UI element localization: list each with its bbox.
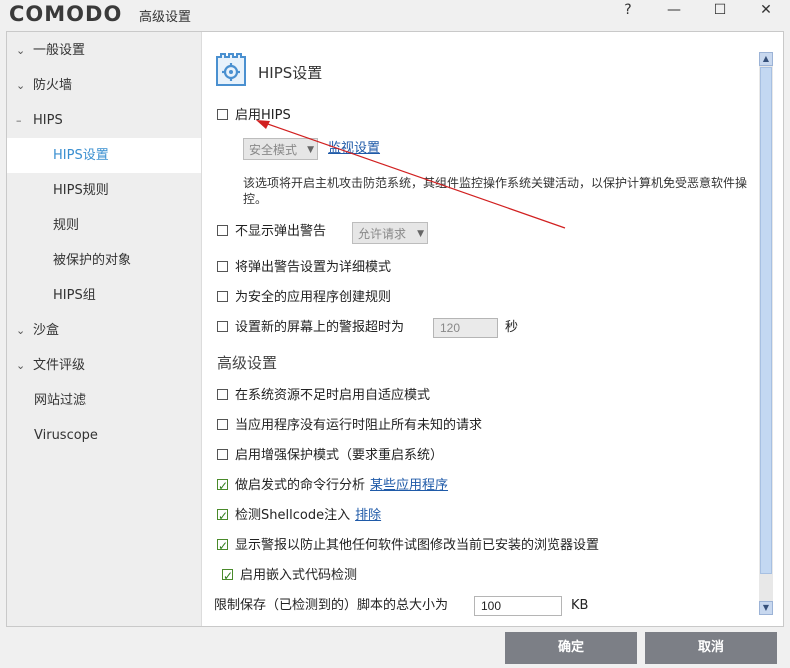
- no-popup-label[interactable]: 不显示弹出警告: [235, 224, 326, 239]
- sidebar-item-general[interactable]: ⌄ 一般设置: [7, 33, 201, 68]
- maximize-icon[interactable]: ☐: [702, 0, 738, 22]
- no-popup-row: 不显示弹出警告: [217, 222, 326, 242]
- sidebar: ⌄ 一般设置 ⌄ 防火墙 – HIPS HIPS设置 HIPS规则 规则 被保护…: [7, 32, 201, 626]
- hips-settings-panel: HIPS设置 启用HIPS 安全模式 ▼ 监视设置 该选项将开启主机攻击防范系统…: [202, 32, 754, 626]
- sidebar-item-web-filter[interactable]: 网站过滤: [7, 383, 201, 418]
- scroll-up-icon[interactable]: ▲: [759, 52, 773, 66]
- comodo-logo: COMODO: [9, 2, 123, 26]
- script-limit-input[interactable]: [474, 596, 562, 616]
- block-unknown-label[interactable]: 当应用程序没有运行时阻止所有未知的请求: [235, 418, 482, 433]
- cancel-button[interactable]: 取消: [645, 632, 777, 664]
- timeout-label[interactable]: 设置新的屏幕上的警报超时为: [235, 320, 404, 335]
- sidebar-item-firewall[interactable]: ⌄ 防火墙: [7, 68, 201, 103]
- script-limit-label: 限制保存（已检测到的）脚本的总大小为: [214, 598, 449, 613]
- adaptive-checkbox[interactable]: [217, 389, 228, 400]
- block-unknown-row: 当应用程序没有运行时阻止所有未知的请求: [217, 416, 482, 436]
- verbose-popup-checkbox[interactable]: [217, 261, 228, 272]
- timeout-unit: 秒: [505, 320, 519, 335]
- embedded-checkbox[interactable]: [222, 566, 233, 586]
- cmdline-row: 做启发式的命令行分析某些应用程序: [217, 476, 448, 496]
- adaptive-label[interactable]: 在系统资源不足时启用自适应模式: [235, 388, 430, 403]
- window-title: 高级设置: [139, 10, 192, 25]
- popup-default-value: 允许请求: [358, 227, 407, 241]
- sidebar-item-viruscope[interactable]: Viruscope: [7, 418, 201, 453]
- shellcode-row: 检测Shellcode注入排除: [217, 506, 381, 526]
- timeout-row: 设置新的屏幕上的警报超时为: [217, 318, 404, 338]
- monitor-settings-row: 监视设置: [323, 139, 380, 159]
- safe-rules-checkbox[interactable]: [217, 291, 228, 302]
- cmdline-label[interactable]: 做启发式的命令行分析: [235, 478, 365, 493]
- shellcode-checkbox[interactable]: [217, 506, 228, 526]
- minimize-icon[interactable]: —: [656, 0, 692, 22]
- title-bar: COMODO 高级设置 ? — ☐ ✕: [0, 0, 790, 30]
- sidebar-item-rules[interactable]: 规则: [7, 208, 201, 243]
- chevron-down-icon: ▼: [307, 145, 314, 155]
- sidebar-item-hips-groups[interactable]: HIPS组: [7, 278, 201, 313]
- close-icon[interactable]: ✕: [748, 0, 784, 22]
- enhanced-label[interactable]: 启用增强保护模式（要求重启系统）: [235, 448, 443, 463]
- advanced-settings-title: 高级设置: [217, 354, 278, 372]
- chevron-down-icon: ⌄: [16, 44, 26, 57]
- enhanced-row: 启用增强保护模式（要求重启系统）: [217, 446, 443, 466]
- shellcode-label[interactable]: 检测Shellcode注入: [235, 508, 350, 523]
- no-popup-checkbox[interactable]: [217, 225, 228, 236]
- mode-select[interactable]: 安全模式 ▼: [243, 138, 318, 160]
- vertical-scrollbar[interactable]: ▲ ▼: [759, 52, 773, 615]
- some-apps-link[interactable]: 某些应用程序: [370, 478, 448, 493]
- safe-rules-label[interactable]: 为安全的应用程序创建规则: [235, 290, 391, 305]
- enable-hips-checkbox[interactable]: [217, 109, 228, 120]
- timeout-input[interactable]: [433, 318, 498, 338]
- scrollbar-thumb[interactable]: [760, 67, 772, 574]
- mode-select-value: 安全模式: [249, 143, 298, 157]
- sidebar-item-hips[interactable]: – HIPS: [7, 103, 201, 138]
- enhanced-checkbox[interactable]: [217, 449, 228, 460]
- browser-label[interactable]: 显示警报以防止其他任何软件试图修改当前已安装的浏览器设置: [235, 538, 599, 553]
- verbose-popup-label[interactable]: 将弹出警告设置为详细模式: [235, 260, 391, 275]
- safe-rules-row: 为安全的应用程序创建规则: [217, 288, 391, 308]
- chevron-down-icon: ⌄: [16, 79, 26, 92]
- exclusions-link[interactable]: 排除: [355, 508, 381, 523]
- sidebar-item-hips-settings[interactable]: HIPS设置: [7, 138, 201, 173]
- adaptive-row: 在系统资源不足时启用自适应模式: [217, 386, 430, 406]
- page-title: HIPS设置: [258, 64, 323, 82]
- embedded-row: 启用嵌入式代码检测: [222, 566, 357, 586]
- script-limit-unit: KB: [571, 598, 589, 613]
- chevron-down-icon: ⌄: [16, 359, 26, 372]
- embedded-label[interactable]: 启用嵌入式代码检测: [240, 568, 357, 583]
- help-icon[interactable]: ?: [610, 0, 646, 22]
- timeout-checkbox[interactable]: [217, 321, 228, 332]
- sidebar-item-sandbox[interactable]: ⌄ 沙盒: [7, 313, 201, 348]
- sidebar-item-file-rating[interactable]: ⌄ 文件评级: [7, 348, 201, 383]
- browser-checkbox[interactable]: [217, 536, 228, 556]
- browser-row: 显示警报以防止其他任何软件试图修改当前已安装的浏览器设置: [217, 536, 599, 556]
- sidebar-item-protected-objects[interactable]: 被保护的对象: [7, 243, 201, 278]
- enable-hips-row: 启用HIPS: [217, 106, 291, 126]
- verbose-popup-row: 将弹出警告设置为详细模式: [217, 258, 391, 278]
- hips-shield-icon: [216, 53, 246, 86]
- collapse-icon: –: [16, 114, 22, 127]
- scroll-down-icon[interactable]: ▼: [759, 601, 773, 615]
- chevron-down-icon: ⌄: [16, 324, 26, 337]
- popup-default-select[interactable]: 允许请求 ▼: [352, 222, 428, 244]
- script-limit-row: 限制保存（已检测到的）脚本的总大小为: [214, 596, 448, 616]
- hips-description: 该选项将开启主机攻击防范系统，其组件监控操作系统关键活动，以保护计算机免受恶意软…: [243, 176, 748, 206]
- settings-frame: ⌄ 一般设置 ⌄ 防火墙 – HIPS HIPS设置 HIPS规则 规则 被保护…: [6, 31, 784, 627]
- chevron-down-icon: ▼: [417, 229, 424, 239]
- ok-button[interactable]: 确定: [505, 632, 637, 664]
- cmdline-checkbox[interactable]: [217, 476, 228, 496]
- block-unknown-checkbox[interactable]: [217, 419, 228, 430]
- monitor-settings-link[interactable]: 监视设置: [328, 141, 380, 156]
- enable-hips-label[interactable]: 启用HIPS: [235, 108, 291, 123]
- sidebar-item-hips-rules[interactable]: HIPS规则: [7, 173, 201, 208]
